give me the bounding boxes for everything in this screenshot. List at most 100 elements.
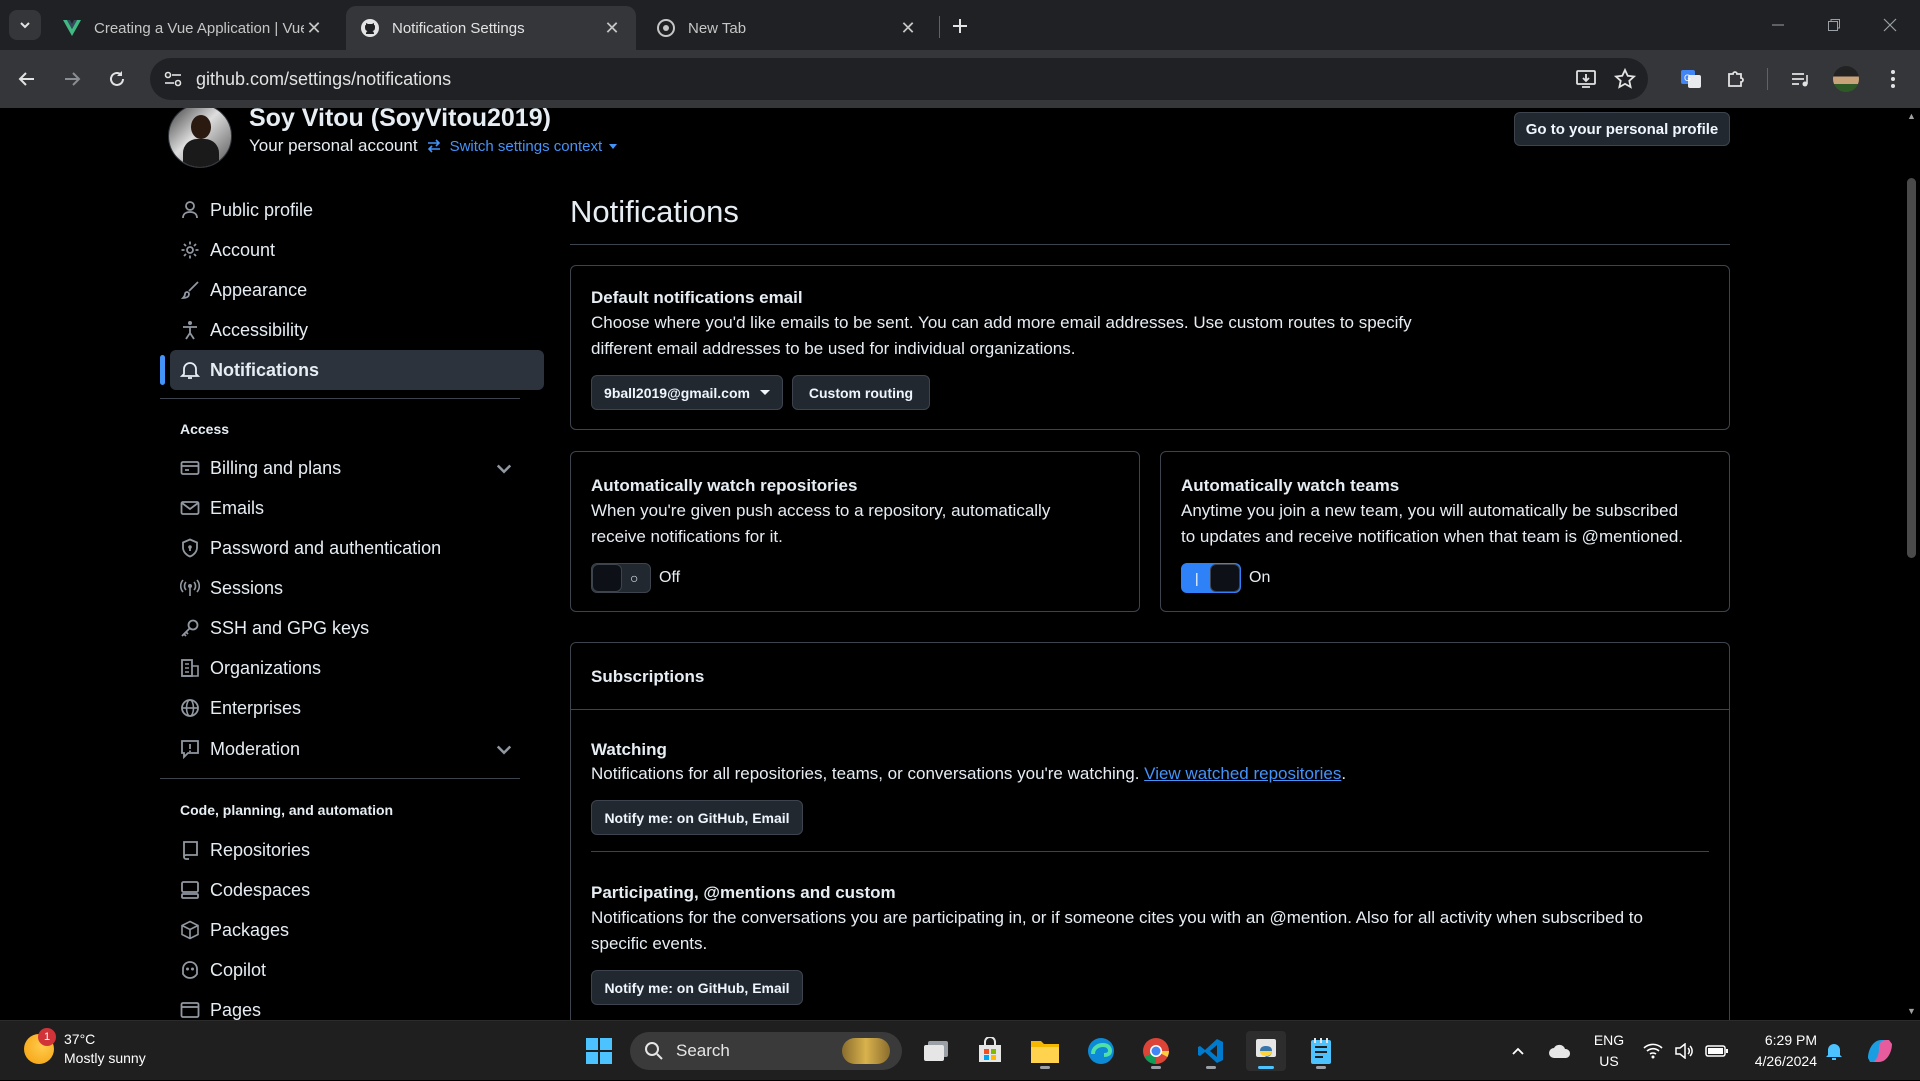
reload-button[interactable] xyxy=(100,62,134,96)
sun-icon: 1 xyxy=(24,1028,56,1064)
custom-routing-button[interactable]: Custom routing xyxy=(792,375,930,410)
sidebar-item-repositories[interactable]: Repositories xyxy=(170,830,544,870)
tab-new-tab[interactable]: New Tab ✕ xyxy=(642,6,932,50)
subscriptions-heading: Subscriptions xyxy=(591,667,705,686)
sidebar-item-label: Repositories xyxy=(210,839,311,860)
weather-widget[interactable]: 1 37°C Mostly sunny xyxy=(24,1028,146,1068)
weather-desc: Mostly sunny xyxy=(64,1050,146,1066)
sidebar-divider xyxy=(160,398,520,399)
scroll-down-icon[interactable]: ▼ xyxy=(1907,1007,1916,1016)
close-icon xyxy=(1883,18,1897,32)
sidebar-item-label: Emails xyxy=(210,497,265,518)
sidebar-item-moderation[interactable]: Moderation xyxy=(170,729,544,769)
toggle-on-icon: | xyxy=(1195,570,1199,586)
task-view-button[interactable] xyxy=(916,1031,956,1071)
watch-teams-toggle[interactable]: | xyxy=(1181,563,1241,593)
minimize-icon xyxy=(1772,24,1784,26)
onedrive-tray[interactable] xyxy=(1548,1021,1572,1081)
forward-button[interactable] xyxy=(55,62,89,96)
site-info-icon xyxy=(164,71,182,87)
watching-notify-button[interactable]: Notify me: on GitHub, Email xyxy=(591,800,803,835)
close-tab-icon[interactable]: ✕ xyxy=(304,18,324,38)
sidebar-item-appearance[interactable]: Appearance xyxy=(170,270,544,310)
sidebar-item-label: Pages xyxy=(210,999,262,1020)
battery-tray[interactable] xyxy=(1705,1021,1729,1081)
switch-settings-context-link[interactable]: Switch settings context xyxy=(426,138,627,155)
notifications-tray[interactable] xyxy=(1825,1021,1843,1081)
avatar[interactable] xyxy=(168,108,232,168)
extensions-puzzle-icon[interactable] xyxy=(1722,65,1750,93)
start-button[interactable] xyxy=(579,1031,619,1071)
sidebar-item-copilot[interactable]: Copilot xyxy=(170,950,544,990)
sidebar-item-organizations[interactable]: Organizations xyxy=(170,648,544,688)
scrollbar-thumb[interactable] xyxy=(1907,178,1916,558)
default-email-description-1: Choose where you'd like emails to be sen… xyxy=(591,313,1412,332)
sidebar-item-packages[interactable]: Packages xyxy=(170,910,544,950)
participating-notify-button[interactable]: Notify me: on GitHub, Email xyxy=(591,970,803,1005)
chrome-app[interactable] xyxy=(1136,1031,1176,1071)
close-window-button[interactable] xyxy=(1862,0,1918,50)
language-indicator[interactable]: ENG US xyxy=(1592,1030,1626,1072)
python-idle-app[interactable] xyxy=(1246,1031,1286,1071)
page-scrollbar[interactable]: ▲ ▼ xyxy=(1903,108,1920,1020)
taskbar-search[interactable]: Search xyxy=(630,1032,902,1070)
show-hidden-icons[interactable] xyxy=(1510,1021,1526,1081)
close-tab-icon[interactable]: ✕ xyxy=(602,18,622,38)
profile-avatar-icon[interactable] xyxy=(1832,65,1860,93)
view-watched-repos-link[interactable]: View watched repositories xyxy=(1144,764,1341,783)
email-select-button[interactable]: 9ball2019@gmail.com xyxy=(591,375,783,410)
sidebar-item-account[interactable]: Account xyxy=(170,230,544,270)
restore-button[interactable] xyxy=(1806,0,1862,50)
media-control-icon[interactable] xyxy=(1786,65,1814,93)
scroll-up-icon[interactable]: ▲ xyxy=(1907,112,1916,121)
sidebar-item-pages[interactable]: Pages xyxy=(170,990,544,1020)
volume-tray[interactable] xyxy=(1674,1021,1694,1081)
file-explorer-app[interactable] xyxy=(1025,1031,1065,1071)
new-tab-button[interactable] xyxy=(946,12,974,40)
copilot-tray[interactable] xyxy=(1864,1021,1896,1081)
sidebar-item-label: Codespaces xyxy=(210,879,311,900)
sidebar-item-billing[interactable]: Billing and plans xyxy=(170,448,544,488)
subscriptions-header: Subscriptions xyxy=(571,643,1729,710)
account-label: Your personal account xyxy=(249,136,418,155)
tab-notification-settings[interactable]: Notification Settings ✕ xyxy=(346,6,636,50)
sidebar-item-public-profile[interactable]: Public profile xyxy=(170,190,544,230)
sidebar-item-label: Public profile xyxy=(210,199,314,220)
sidebar-item-ssh-gpg[interactable]: SSH and GPG keys xyxy=(170,608,544,648)
chrome-menu-icon[interactable] xyxy=(1879,65,1907,93)
system-clock[interactable]: 6:29 PM 4/26/2024 xyxy=(1745,1030,1817,1072)
notepad-app[interactable] xyxy=(1301,1031,1341,1071)
edge-icon xyxy=(1088,1038,1114,1064)
sidebar-item-emails[interactable]: Emails xyxy=(170,488,544,528)
email-select-value: 9ball2019@gmail.com xyxy=(604,384,750,401)
sidebar-item-notifications[interactable]: Notifications xyxy=(170,350,544,390)
edge-app[interactable] xyxy=(1081,1031,1121,1071)
translate-extension-icon[interactable]: G xyxy=(1677,65,1705,93)
back-button[interactable] xyxy=(10,62,44,96)
organization-icon xyxy=(181,659,199,677)
sidebar-item-enterprises[interactable]: Enterprises xyxy=(170,688,544,728)
sidebar-item-codespaces[interactable]: Codespaces xyxy=(170,870,544,910)
address-bar[interactable]: github.com/settings/notifications xyxy=(150,58,1648,100)
participating-description-1: Notifications for the conversations you … xyxy=(591,908,1643,927)
bookmark-star-icon[interactable] xyxy=(1613,67,1637,91)
sidebar-item-accessibility[interactable]: Accessibility xyxy=(170,310,544,350)
default-email-description-2: different email addresses to be used for… xyxy=(591,339,1076,358)
store-app[interactable] xyxy=(970,1031,1010,1071)
watch-repos-toggle[interactable]: ○ xyxy=(591,563,651,593)
browser-tab-bar: Creating a Vue Application | Vue.js ✕ No… xyxy=(0,0,1920,50)
watch-repos-heading: Automatically watch repositories xyxy=(591,476,858,495)
tab-vue[interactable]: Creating a Vue Application | Vue.js ✕ xyxy=(48,6,338,50)
sidebar-item-label: Appearance xyxy=(210,279,308,300)
close-tab-icon[interactable]: ✕ xyxy=(898,18,918,38)
sidebar-item-sessions[interactable]: Sessions xyxy=(170,568,544,608)
tab-search-button[interactable] xyxy=(9,10,41,40)
minimize-button[interactable] xyxy=(1750,0,1806,50)
sidebar-item-password[interactable]: Password and authentication xyxy=(170,528,544,568)
go-to-profile-button[interactable]: Go to your personal profile xyxy=(1514,112,1730,146)
chrome-icon xyxy=(657,19,675,37)
page-title: Notifications xyxy=(570,194,739,229)
install-app-icon[interactable] xyxy=(1574,67,1598,91)
vscode-app[interactable] xyxy=(1191,1031,1231,1071)
network-tray[interactable] xyxy=(1643,1021,1663,1081)
